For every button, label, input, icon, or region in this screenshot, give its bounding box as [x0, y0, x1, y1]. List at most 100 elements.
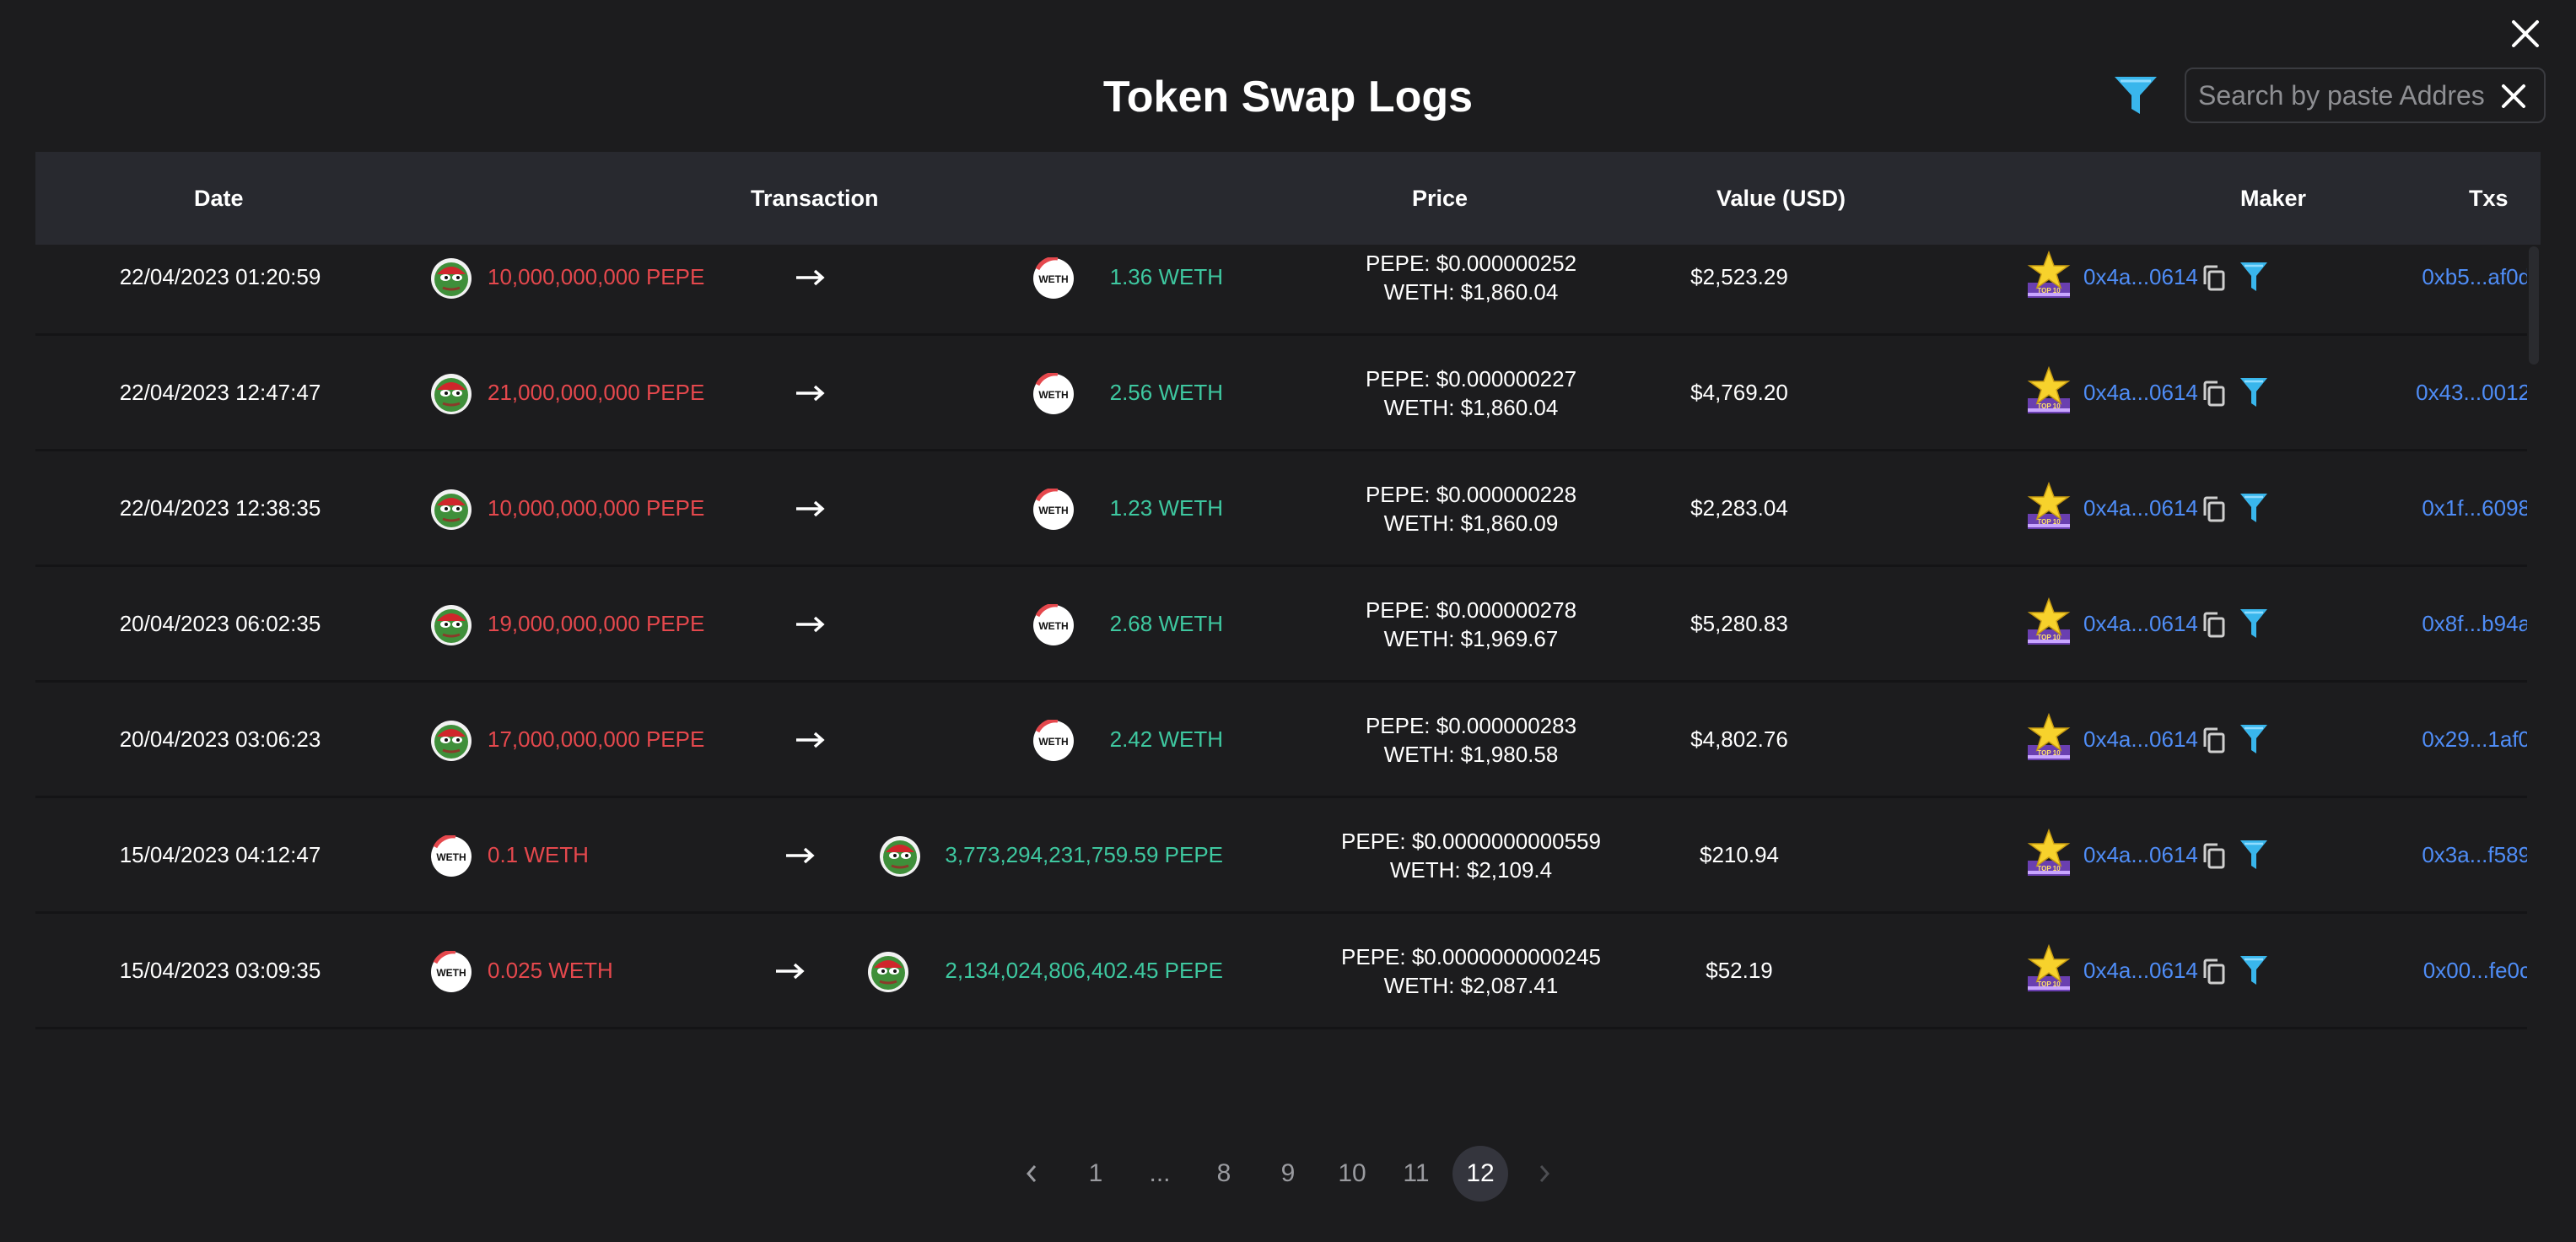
copy-icon[interactable] [2201, 958, 2227, 986]
weth-token-icon: WETH [1033, 489, 1074, 530]
received-amount: 2,134,024,806,402.45 PEPE [945, 958, 1223, 983]
svg-text:TOP 10: TOP 10 [2037, 634, 2061, 641]
svg-text:TOP 10: TOP 10 [2037, 402, 2061, 410]
maker-address-link[interactable]: 0x4a...0614 [2083, 378, 2198, 407]
svg-text:TOP 10: TOP 10 [2037, 749, 2061, 757]
tx-hash-link[interactable]: 0x00...fe0c [2311, 956, 2530, 985]
filter-maker-icon[interactable] [2239, 492, 2269, 526]
top10-badge-icon: TOP 10 [2027, 713, 2071, 760]
top10-badge-icon: TOP 10 [2027, 251, 2071, 298]
copy-icon[interactable] [2201, 726, 2227, 755]
clear-search-icon[interactable] [2498, 81, 2529, 111]
weth-token-icon: WETH [431, 951, 472, 992]
column-transaction: Transaction [751, 186, 879, 211]
sent-amount: 0.1 WETH [488, 842, 589, 867]
arrow-right-icon [796, 500, 825, 517]
svg-text:WETH: WETH [1038, 505, 1068, 516]
value-usd: $5,280.83 [1690, 611, 1788, 636]
column-maker: Maker [2240, 186, 2307, 211]
swap-date: 22/04/2023 12:38:35 [119, 495, 321, 521]
arrow-right-icon [796, 385, 825, 402]
maker-address-link[interactable]: 0x4a...0614 [2083, 840, 2198, 869]
maker-address-link[interactable]: 0x4a...0614 [2083, 725, 2198, 753]
sent-amount: 19,000,000,000 PEPE [488, 611, 705, 636]
filter-icon[interactable] [2112, 74, 2159, 118]
prev-page-button[interactable] [1004, 1146, 1059, 1202]
next-page-button[interactable] [1517, 1146, 1572, 1202]
copy-icon[interactable] [2201, 380, 2227, 408]
received-amount: 2.42 WETH [1109, 726, 1223, 752]
chevron-left-icon [1026, 1165, 1037, 1182]
pepe-token-icon [880, 836, 920, 877]
table-header: Date Transaction Price Value (USD) Maker… [35, 152, 2541, 245]
sent-amount: 21,000,000,000 PEPE [488, 380, 705, 405]
weth-token-icon: WETH [431, 835, 472, 877]
weth-token-icon: WETH [1033, 604, 1074, 645]
table-row: 22/04/2023 12:47:47 21,000,000,000 PEPE … [35, 336, 2530, 451]
svg-text:WETH: WETH [1038, 736, 1068, 748]
copy-icon[interactable] [2201, 842, 2227, 871]
column-value[interactable]: Value (USD) [1716, 182, 1846, 214]
value-usd: $52.19 [1706, 958, 1773, 983]
scrollbar-track[interactable] [2527, 245, 2541, 1120]
table-row: 20/04/2023 03:06:23 17,000,000,000 PEPE … [35, 683, 2530, 798]
search-input[interactable] [2198, 69, 2485, 122]
svg-text:WETH: WETH [1038, 620, 1068, 632]
tx-hash-link[interactable]: 0x29...1af0 [2311, 725, 2530, 753]
top10-badge-icon: TOP 10 [2027, 366, 2071, 413]
page-button[interactable]: 9 [1260, 1146, 1316, 1202]
close-icon[interactable] [2507, 15, 2544, 52]
tx-hash-link[interactable]: 0x43...0012 [2311, 378, 2530, 407]
value-usd: $2,523.29 [1690, 264, 1788, 289]
sent-amount: 10,000,000,000 PEPE [488, 264, 705, 289]
filter-maker-icon[interactable] [2239, 608, 2269, 641]
top10-badge-icon: TOP 10 [2027, 597, 2071, 645]
value-usd: $4,802.76 [1690, 726, 1788, 752]
value-usd: $210.94 [1700, 842, 1779, 867]
pagination-ellipsis: ... [1149, 1159, 1171, 1187]
column-date[interactable]: Date [194, 182, 244, 214]
received-amount: 2.68 WETH [1109, 611, 1223, 636]
tx-hash-link[interactable]: 0x3a...f589 [2311, 840, 2530, 869]
page-button[interactable]: 1 [1068, 1146, 1124, 1202]
pepe-token-icon [431, 489, 472, 530]
pepe-token-icon [431, 605, 472, 645]
swap-date: 20/04/2023 06:02:35 [119, 611, 321, 636]
maker-address-link[interactable]: 0x4a...0614 [2083, 609, 2198, 638]
page-button[interactable]: 11 [1388, 1146, 1444, 1202]
scrollbar-thumb[interactable] [2529, 246, 2539, 364]
svg-text:TOP 10: TOP 10 [2037, 287, 2061, 294]
maker-address-link[interactable]: 0x4a...0614 [2083, 494, 2198, 522]
svg-text:WETH: WETH [1038, 389, 1068, 401]
copy-icon[interactable] [2201, 495, 2227, 524]
token-swap-logs-modal: Token Swap Logs Date Transaction Price V… [0, 0, 2576, 1242]
filter-maker-icon[interactable] [2239, 376, 2269, 410]
column-txs: Txs [2469, 186, 2509, 211]
weth-token-icon: WETH [1033, 373, 1074, 414]
copy-icon[interactable] [2201, 611, 2227, 640]
filter-maker-icon[interactable] [2239, 723, 2269, 757]
filter-maker-icon[interactable] [2239, 261, 2269, 294]
swap-date: 22/04/2023 12:47:47 [119, 380, 321, 405]
arrow-right-icon [776, 963, 805, 980]
filter-maker-icon[interactable] [2239, 839, 2269, 872]
maker-address-link[interactable]: 0x4a...0614 [2083, 956, 2198, 985]
tx-hash-link[interactable]: 0x1f...6098 [2311, 494, 2530, 522]
top10-badge-icon: TOP 10 [2027, 829, 2071, 876]
page-button[interactable]: 8 [1196, 1146, 1252, 1202]
tx-hash-link[interactable]: 0xb5...af0d [2311, 262, 2530, 291]
page-button[interactable]: 12 [1452, 1146, 1508, 1202]
page-button[interactable]: 10 [1324, 1146, 1380, 1202]
svg-text:TOP 10: TOP 10 [2037, 518, 2061, 526]
copy-icon[interactable] [2201, 264, 2227, 293]
filter-maker-icon[interactable] [2239, 954, 2269, 988]
maker-address-link[interactable]: 0x4a...0614 [2083, 262, 2198, 291]
tx-hash-link[interactable]: 0x8f...b94a [2311, 609, 2530, 638]
pepe-token-icon [868, 952, 908, 992]
sent-amount: 10,000,000,000 PEPE [488, 495, 705, 521]
swap-date: 20/04/2023 03:06:23 [119, 726, 321, 752]
received-amount: 1.23 WETH [1109, 495, 1223, 521]
weth-token-icon: WETH [1033, 720, 1074, 761]
arrow-right-icon [786, 847, 815, 864]
sent-amount: 0.025 WETH [488, 958, 613, 983]
